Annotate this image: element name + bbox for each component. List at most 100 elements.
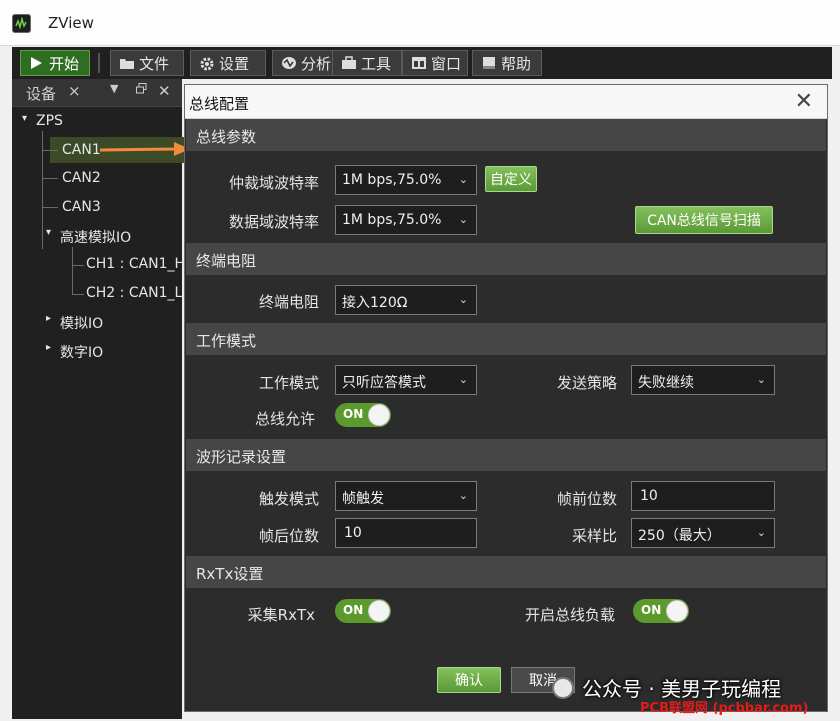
toggle-state: ON [343, 603, 364, 617]
expand-closed-icon[interactable]: ▸ [46, 342, 51, 353]
tree-item-analog-io[interactable]: 模拟IO [60, 313, 103, 333]
chevron-down-icon: ⌄ [458, 373, 468, 386]
gear-icon [199, 56, 215, 71]
tree-item-can3[interactable]: CAN3 [62, 199, 101, 215]
pre-frames-value: 10 [640, 488, 658, 504]
analyze-label: 分析 [301, 54, 332, 73]
termination-label: 终端电阻 [258, 293, 319, 311]
help-menu-button[interactable]: 帮助 [472, 50, 542, 76]
expand-closed-icon[interactable]: ▸ [46, 313, 51, 324]
tree-guide [42, 178, 58, 179]
data-rate-value: 1M bps,75.0% [342, 212, 442, 228]
tree-item-ch1[interactable]: CH1 : CAN1_H [86, 256, 185, 272]
tools-menu-button[interactable]: 工具 [332, 50, 402, 76]
tree-item-can1[interactable]: CAN1 [62, 142, 101, 158]
custom-button[interactable]: 自定义 [485, 166, 537, 192]
window-titlebar: ZView [0, 0, 840, 46]
tree-item-zps[interactable]: ZPS [36, 113, 63, 129]
pre-frames-input[interactable]: 10 [631, 481, 775, 511]
toggle-knob [368, 404, 390, 426]
trigger-mode-value: 帧触发 [342, 491, 384, 507]
close-icon[interactable]: ✕ [158, 82, 171, 100]
termination-value: 接入120Ω [342, 295, 408, 311]
file-menu-button[interactable]: 文件 [110, 50, 184, 76]
tree-guide [42, 207, 58, 208]
tree-item-hs-analog-io[interactable]: 高速模拟IO [60, 227, 131, 247]
sample-ratio-select[interactable]: 250（最大） ⌄ [631, 518, 775, 548]
close-icon[interactable]: ✕ [795, 89, 813, 114]
tree-item-digital-io[interactable]: 数字IO [60, 342, 103, 362]
section-title: 终端电阻 [196, 252, 257, 270]
settings-label: 设置 [219, 54, 250, 73]
section-title: 波形记录设置 [196, 448, 287, 466]
section-rxtx: RxTx设置 [186, 556, 826, 588]
arb-rate-label: 仲裁域波特率 [228, 174, 319, 192]
start-label: 开始 [49, 54, 80, 73]
expand-open-icon[interactable]: ▾ [46, 227, 51, 238]
close-icon[interactable]: × [68, 82, 81, 100]
tree-item-ch2[interactable]: CH2 : CAN1_L [86, 285, 182, 301]
work-mode-value: 只听应答模式 [342, 375, 426, 391]
arb-rate-select[interactable]: 1M bps,75.0% ⌄ [335, 165, 477, 195]
post-frames-value: 10 [344, 525, 362, 541]
expand-open-icon[interactable]: ▾ [22, 113, 27, 124]
device-panel-title: 设备 [26, 85, 57, 103]
chevron-down-icon: ⌄ [756, 373, 766, 386]
tree-guide [42, 131, 43, 249]
tree-guide [72, 294, 84, 295]
section-bus-params: 总线参数 [186, 119, 826, 151]
chevron-down-icon: ⌄ [458, 489, 468, 502]
trigger-mode-select[interactable]: 帧触发 ⌄ [335, 481, 477, 511]
zview-logo-icon [12, 14, 31, 33]
sample-ratio-value: 250（最大） [638, 528, 721, 544]
annotation-arrow [100, 142, 190, 156]
chevron-down-icon: ⌄ [458, 213, 468, 226]
bus-allow-toggle[interactable]: ON [335, 403, 391, 427]
watermark-source: PCB联盟网 (pcbbar.com) [640, 701, 809, 716]
section-title: 总线参数 [196, 128, 257, 146]
section-work-mode: 工作模式 [186, 323, 826, 355]
dialog-title: 总线配置 [189, 95, 250, 113]
chevron-down-icon: ⌄ [458, 293, 468, 306]
chevron-down-icon: ⌄ [458, 173, 468, 186]
post-frames-input[interactable]: 10 [335, 518, 477, 548]
tree-guide [42, 150, 58, 151]
trigger-mode-label: 触发模式 [258, 490, 319, 508]
work-mode-label: 工作模式 [258, 374, 319, 392]
wechat-logo-icon [552, 676, 574, 699]
termination-select[interactable]: 接入120Ω ⌄ [335, 285, 477, 315]
tools-label: 工具 [361, 54, 392, 73]
app-title: ZView [48, 14, 94, 32]
window-icon [411, 56, 427, 70]
work-mode-select[interactable]: 只听应答模式 ⌄ [335, 365, 477, 395]
dialog-titlebar: 总线配置 ✕ [185, 85, 827, 119]
tree-guide [72, 247, 73, 295]
post-frames-label: 帧后位数 [258, 527, 319, 545]
bus-allow-label: 总线允许 [254, 410, 315, 428]
bus-load-toggle[interactable]: ON [633, 599, 689, 623]
section-title: RxTx设置 [196, 565, 264, 583]
section-termination: 终端电阻 [186, 243, 826, 275]
start-button[interactable]: 开始 [20, 50, 90, 76]
send-policy-select[interactable]: 失败继续 ⌄ [631, 365, 775, 395]
device-panel-header: 设备 × ▼ ✕ [12, 79, 182, 107]
tree-item-can2[interactable]: CAN2 [62, 170, 101, 186]
data-rate-select[interactable]: 1M bps,75.0% ⌄ [335, 205, 477, 235]
play-icon [29, 56, 45, 70]
ok-button[interactable]: 确认 [437, 667, 501, 693]
device-panel: 设备 × ▼ ✕ ▾ ZPS CAN1 CAN2 CAN3 ▾ 高速模拟IO C… [12, 79, 190, 719]
analyze-icon [281, 56, 297, 70]
can-bus-scan-button[interactable]: CAN总线信号扫描 [635, 206, 773, 234]
settings-menu-button[interactable]: 设置 [190, 50, 266, 76]
collect-rxtx-toggle[interactable]: ON [335, 599, 391, 623]
chevron-down-icon[interactable]: ▼ [110, 82, 118, 95]
send-policy-value: 失败继续 [638, 375, 694, 391]
toolbox-icon [341, 56, 357, 70]
window-menu-button[interactable]: 窗口 [402, 50, 468, 76]
folder-icon [119, 56, 135, 70]
float-window-icon[interactable] [136, 83, 147, 97]
menu-separator [98, 53, 100, 73]
help-icon [481, 56, 497, 70]
arb-rate-value: 1M bps,75.0% [342, 172, 442, 188]
bus-load-label: 开启总线负载 [524, 606, 615, 624]
